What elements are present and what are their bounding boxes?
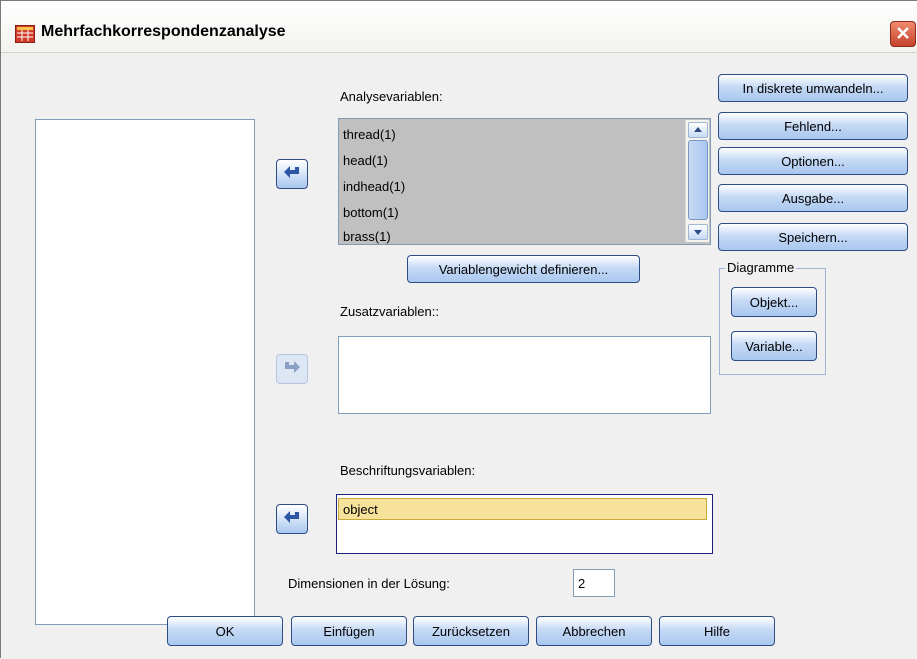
arrow-left-icon (283, 165, 301, 183)
title-bar: Mehrfachkorrespondenzanalyse (1, 1, 917, 53)
supplementary-variables-label: Zusatzvariablen:: (340, 304, 439, 319)
dialog-window: Mehrfachkorrespondenzanalyse Analysevari… (0, 0, 917, 659)
analysis-variables-label: Analysevariablen: (340, 89, 443, 104)
list-item[interactable]: brass(1) (343, 229, 391, 244)
cancel-button[interactable]: Abbrechen (536, 616, 652, 646)
move-to-supplementary-button[interactable] (276, 354, 308, 384)
close-button[interactable] (890, 21, 916, 47)
define-variable-weight-button[interactable]: Variablengewicht definieren... (407, 255, 640, 283)
list-item[interactable]: thread(1) (343, 127, 396, 142)
object-plot-button[interactable]: Objekt... (731, 287, 817, 317)
list-item[interactable]: bottom(1) (343, 205, 399, 220)
source-variable-list[interactable] (35, 119, 255, 625)
plots-group-label: Diagramme (725, 260, 797, 275)
list-item[interactable]: object (338, 498, 707, 520)
dimensions-input[interactable] (573, 569, 615, 597)
ok-button[interactable]: OK (167, 616, 283, 646)
help-button[interactable]: Hilfe (659, 616, 775, 646)
arrow-right-icon (283, 360, 301, 378)
supplementary-variables-list[interactable] (338, 336, 711, 414)
save-button[interactable]: Speichern... (718, 223, 908, 251)
discretize-button[interactable]: In diskrete umwandeln... (718, 74, 908, 102)
analysis-scrollbar[interactable] (685, 120, 709, 242)
close-icon (896, 26, 910, 43)
missing-button[interactable]: Fehlend... (718, 112, 908, 140)
window-title: Mehrfachkorrespondenzanalyse (41, 23, 286, 40)
arrow-left-icon (283, 510, 301, 528)
triangle-up-icon (689, 125, 707, 140)
paste-button[interactable]: Einfügen (291, 616, 407, 646)
scroll-down-button[interactable] (688, 224, 708, 240)
dimensions-label: Dimensionen in der Lösung: (288, 576, 450, 591)
reset-button[interactable]: Zurücksetzen (413, 616, 529, 646)
scroll-thumb[interactable] (688, 140, 708, 220)
variable-plot-button[interactable]: Variable... (731, 331, 817, 361)
triangle-down-icon (689, 227, 707, 242)
move-to-analysis-button[interactable] (276, 159, 308, 189)
move-to-labeling-button[interactable] (276, 504, 308, 534)
output-button[interactable]: Ausgabe... (718, 184, 908, 212)
data-table-icon (15, 25, 35, 43)
scroll-up-button[interactable] (688, 122, 708, 138)
analysis-variables-list[interactable]: thread(1) head(1) indhead(1) bottom(1) b… (338, 118, 711, 245)
options-button[interactable]: Optionen... (718, 147, 908, 175)
list-item[interactable]: indhead(1) (343, 179, 405, 194)
labeling-variables-label: Beschriftungsvariablen: (340, 463, 476, 478)
list-item[interactable]: head(1) (343, 153, 388, 168)
